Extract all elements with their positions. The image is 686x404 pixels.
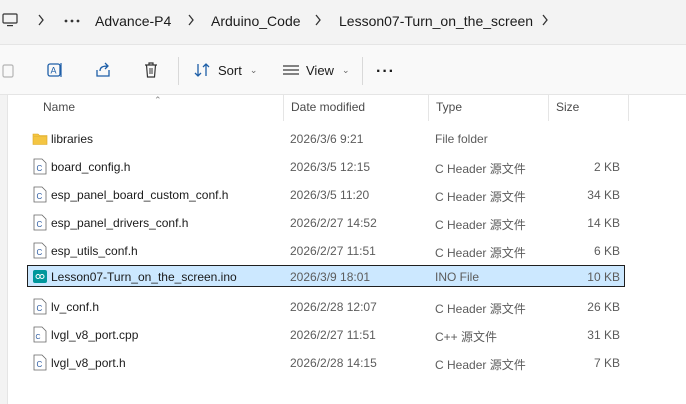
file-row-lv-conf[interactable]: C lv_conf.h 2026/2/28 12:07 C Header 源文件… bbox=[27, 295, 625, 317]
file-name: board_config.h bbox=[51, 160, 131, 174]
svg-text:C: C bbox=[37, 304, 43, 313]
sort-button[interactable]: Sort ⌄ bbox=[194, 60, 257, 80]
file-size: 31 KB bbox=[587, 328, 620, 342]
file-name: Lesson07-Turn_on_the_screen.ino bbox=[51, 270, 237, 284]
file-name: libraries bbox=[51, 132, 94, 146]
more-breadcrumbs-icon[interactable] bbox=[62, 12, 82, 30]
folder-icon bbox=[32, 133, 48, 145]
file-type: C Header 源文件 bbox=[435, 358, 526, 372]
computer-icon[interactable] bbox=[2, 12, 18, 28]
breadcrumb-advance-p4[interactable]: Advance-P4 bbox=[95, 13, 171, 29]
c-header-file-icon: C bbox=[33, 298, 47, 315]
file-size: 10 KB bbox=[587, 270, 620, 284]
svg-text:A: A bbox=[51, 66, 57, 76]
column-header-type[interactable]: Type bbox=[436, 100, 462, 114]
view-button[interactable]: View ⌄ bbox=[282, 60, 350, 80]
file-date: 2026/3/5 12:15 bbox=[290, 160, 371, 174]
column-divider[interactable] bbox=[548, 95, 549, 121]
file-type: INO File bbox=[435, 270, 480, 284]
svg-text:C: C bbox=[36, 334, 41, 341]
file-type: C Header 源文件 bbox=[435, 190, 526, 204]
file-size: 34 KB bbox=[587, 188, 620, 202]
c-header-file-icon: C bbox=[33, 186, 47, 203]
file-type: C Header 源文件 bbox=[435, 218, 526, 232]
column-divider[interactable] bbox=[428, 95, 429, 121]
navigation-pane-edge[interactable] bbox=[0, 95, 8, 404]
delete-icon[interactable] bbox=[142, 61, 160, 79]
command-bar: A Sort ⌄ View ⌄ ··· bbox=[0, 45, 686, 95]
c-header-file-icon: C bbox=[33, 242, 47, 259]
file-type: C++ 源文件 bbox=[435, 330, 498, 344]
c-header-file-icon: C bbox=[33, 214, 47, 231]
c-header-file-icon: C bbox=[33, 354, 47, 371]
chevron-down-icon: ⌄ bbox=[249, 64, 258, 75]
file-size: 14 KB bbox=[587, 216, 620, 230]
chevron-right-icon[interactable] bbox=[313, 14, 323, 26]
file-size: 2 KB bbox=[593, 160, 620, 174]
arduino-file-icon bbox=[33, 270, 47, 283]
sort-label: Sort bbox=[218, 62, 242, 78]
svg-text:C: C bbox=[37, 360, 43, 369]
more-icon[interactable]: ··· bbox=[376, 63, 395, 81]
file-row-esp-panel-board-custom-conf[interactable]: C esp_panel_board_custom_conf.h 2026/3/5… bbox=[27, 183, 625, 205]
breadcrumb-arduino-code[interactable]: Arduino_Code bbox=[211, 13, 301, 29]
c-header-file-icon: C bbox=[33, 158, 47, 175]
file-name: lvgl_v8_port.h bbox=[51, 356, 126, 370]
chevron-down-icon: ⌄ bbox=[341, 64, 350, 75]
file-date: 2026/2/27 11:51 bbox=[290, 328, 376, 342]
column-header-name[interactable]: Name bbox=[43, 100, 75, 114]
file-date: 2026/3/9 18:01 bbox=[290, 270, 371, 284]
toolbar-separator bbox=[178, 57, 179, 85]
toolbar-separator bbox=[362, 57, 363, 85]
address-bar[interactable]: Advance-P4 Arduino_Code Lesson07-Turn_on… bbox=[0, 0, 686, 44]
column-headers: Name Date modified Type Size bbox=[0, 95, 686, 121]
svg-text:C: C bbox=[37, 248, 43, 257]
file-date: 2026/2/28 14:15 bbox=[290, 356, 377, 370]
column-header-date[interactable]: Date modified bbox=[291, 100, 365, 114]
file-type: C Header 源文件 bbox=[435, 246, 526, 260]
file-date: 2026/2/27 11:51 bbox=[290, 244, 376, 258]
column-header-size[interactable]: Size bbox=[556, 100, 579, 114]
svg-text:C: C bbox=[37, 164, 43, 173]
file-row-lvgl-v8-port-cpp[interactable]: C lvgl_v8_port.cpp 2026/2/27 11:51 C++ 源… bbox=[27, 323, 625, 345]
chevron-right-icon[interactable] bbox=[186, 14, 196, 26]
file-type: C Header 源文件 bbox=[435, 302, 526, 316]
rename-icon[interactable]: A bbox=[46, 61, 64, 79]
column-divider[interactable] bbox=[628, 95, 629, 121]
file-name: esp_utils_conf.h bbox=[51, 244, 138, 258]
svg-text:C: C bbox=[37, 192, 43, 201]
share-icon[interactable] bbox=[94, 61, 112, 79]
file-date: 2026/3/6 9:21 bbox=[290, 132, 364, 146]
file-name: esp_panel_drivers_conf.h bbox=[51, 216, 189, 230]
file-row-esp-panel-drivers-conf[interactable]: C esp_panel_drivers_conf.h 2026/2/27 14:… bbox=[27, 211, 625, 233]
file-size: 7 KB bbox=[593, 356, 620, 370]
file-row-lvgl-v8-port-h[interactable]: C lvgl_v8_port.h 2026/2/28 14:15 C Heade… bbox=[27, 351, 625, 373]
file-name: lvgl_v8_port.cpp bbox=[51, 328, 139, 342]
chevron-right-icon[interactable] bbox=[540, 14, 550, 26]
file-name: lv_conf.h bbox=[51, 300, 100, 314]
file-name: esp_panel_board_custom_conf.h bbox=[51, 188, 229, 202]
file-date: 2026/2/27 14:52 bbox=[290, 216, 377, 230]
file-date: 2026/2/28 12:07 bbox=[290, 300, 377, 314]
file-size: 6 KB bbox=[593, 244, 620, 258]
file-type: File folder bbox=[435, 132, 488, 146]
file-row-esp-utils-conf[interactable]: C esp_utils_conf.h 2026/2/27 11:51 C Hea… bbox=[27, 239, 625, 261]
view-label: View bbox=[306, 62, 334, 78]
file-row-lesson07-ino[interactable]: Lesson07-Turn_on_the_screen.ino 2026/3/9… bbox=[27, 265, 625, 287]
cpp-file-icon: C bbox=[33, 326, 47, 343]
file-type: C Header 源文件 bbox=[435, 162, 526, 176]
chevron-right-icon[interactable] bbox=[36, 14, 46, 26]
file-row-board-config[interactable]: C board_config.h 2026/3/5 12:15 C Header… bbox=[27, 155, 625, 177]
column-divider[interactable] bbox=[283, 95, 284, 121]
file-date: 2026/3/5 11:20 bbox=[290, 188, 370, 202]
sort-icon bbox=[194, 63, 210, 77]
view-icon bbox=[283, 65, 299, 75]
file-size: 26 KB bbox=[587, 300, 620, 314]
copy-icon[interactable] bbox=[0, 61, 18, 79]
breadcrumb-current-folder[interactable]: Lesson07-Turn_on_the_screen bbox=[339, 13, 533, 29]
file-row-libraries[interactable]: libraries 2026/3/6 9:21 File folder bbox=[27, 127, 625, 149]
svg-text:C: C bbox=[37, 220, 43, 229]
